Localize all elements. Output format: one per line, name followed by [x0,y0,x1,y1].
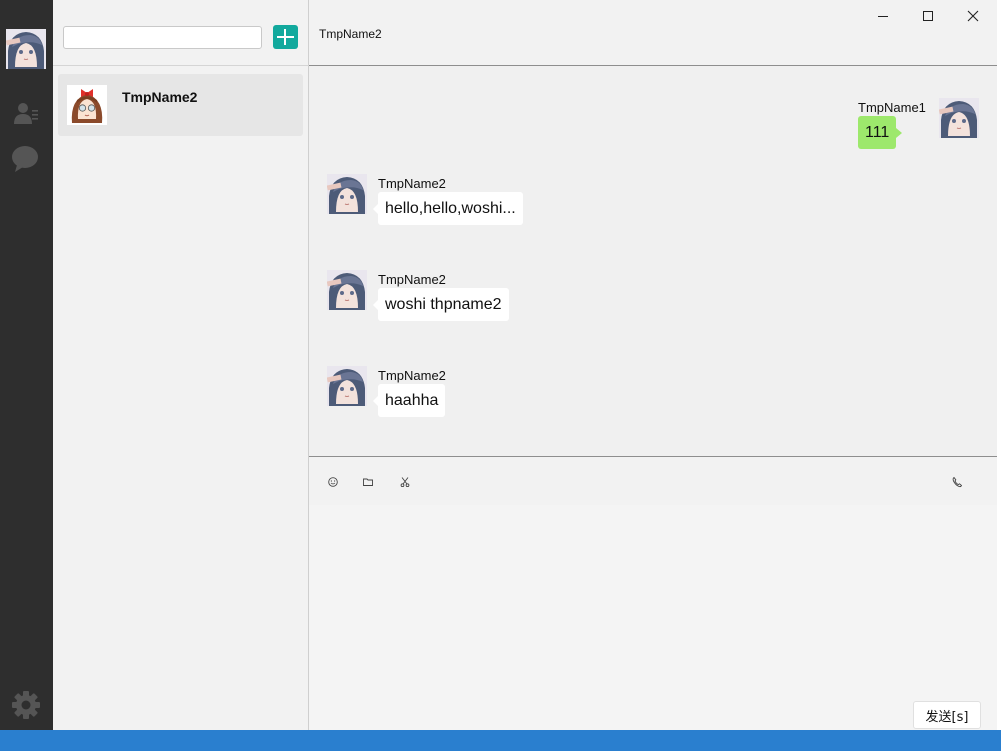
close-icon [967,10,979,22]
message-bubble: haahha [372,384,446,417]
maximize-icon [923,11,933,21]
emoji-icon[interactable] [327,476,339,488]
maximize-button[interactable] [914,4,942,28]
phone-icon[interactable] [951,476,963,488]
chat-bubble-icon[interactable] [11,143,41,173]
sender-avatar [327,270,367,310]
message-bubble: 111 [858,116,903,149]
message-list: TmpName1 111 TmpName2 hello,hello,woshi.… [309,66,997,456]
message-incoming: TmpName2 hello,hello,woshi... [309,162,997,252]
message-incoming: TmpName2 woshi thpname2 [309,258,997,348]
message-sender: TmpName1 [858,100,926,115]
taskbar [0,730,1001,751]
window-edge [997,0,1001,730]
message-bubble: hello,hello,woshi... [373,192,523,225]
add-contact-button[interactable] [273,25,298,49]
message-outgoing: TmpName1 111 [309,66,997,156]
left-rail [0,0,53,730]
minimize-button[interactable] [869,4,897,28]
message-input[interactable] [309,505,997,730]
folder-icon[interactable] [362,476,374,488]
search-box [63,26,262,49]
message-sender: TmpName2 [378,368,446,383]
sender-avatar [939,98,979,138]
message-sender: TmpName2 [378,272,446,287]
contacts-panel: TmpName2 [53,0,309,730]
contact-avatar [67,85,107,125]
compose-toolbar [309,457,997,505]
contact-name: TmpName2 [122,89,198,105]
send-button[interactable]: 发送[s] [913,701,981,729]
close-button[interactable] [959,4,987,28]
message-bubble: woshi thpname2 [373,288,509,321]
contact-item-tmpname2[interactable]: TmpName2 [58,74,303,136]
scissors-icon[interactable] [399,476,411,488]
sender-avatar [327,174,367,214]
divider [53,65,309,66]
contacts-icon[interactable] [11,99,41,129]
chat-area: TmpName2 TmpName1 111 TmpName2 hello,hel… [309,0,1001,730]
sender-avatar [327,366,367,406]
message-sender: TmpName2 [378,176,446,191]
search-input[interactable] [64,27,261,48]
message-incoming: TmpName2 haahha [309,354,997,444]
chat-title: TmpName2 [319,27,382,41]
chat-app-window: TmpName2 TmpName2 TmpName1 111 TmpName2 [0,0,1001,751]
minimize-icon [878,16,888,17]
gear-icon[interactable] [11,690,41,720]
my-avatar[interactable] [6,29,46,69]
